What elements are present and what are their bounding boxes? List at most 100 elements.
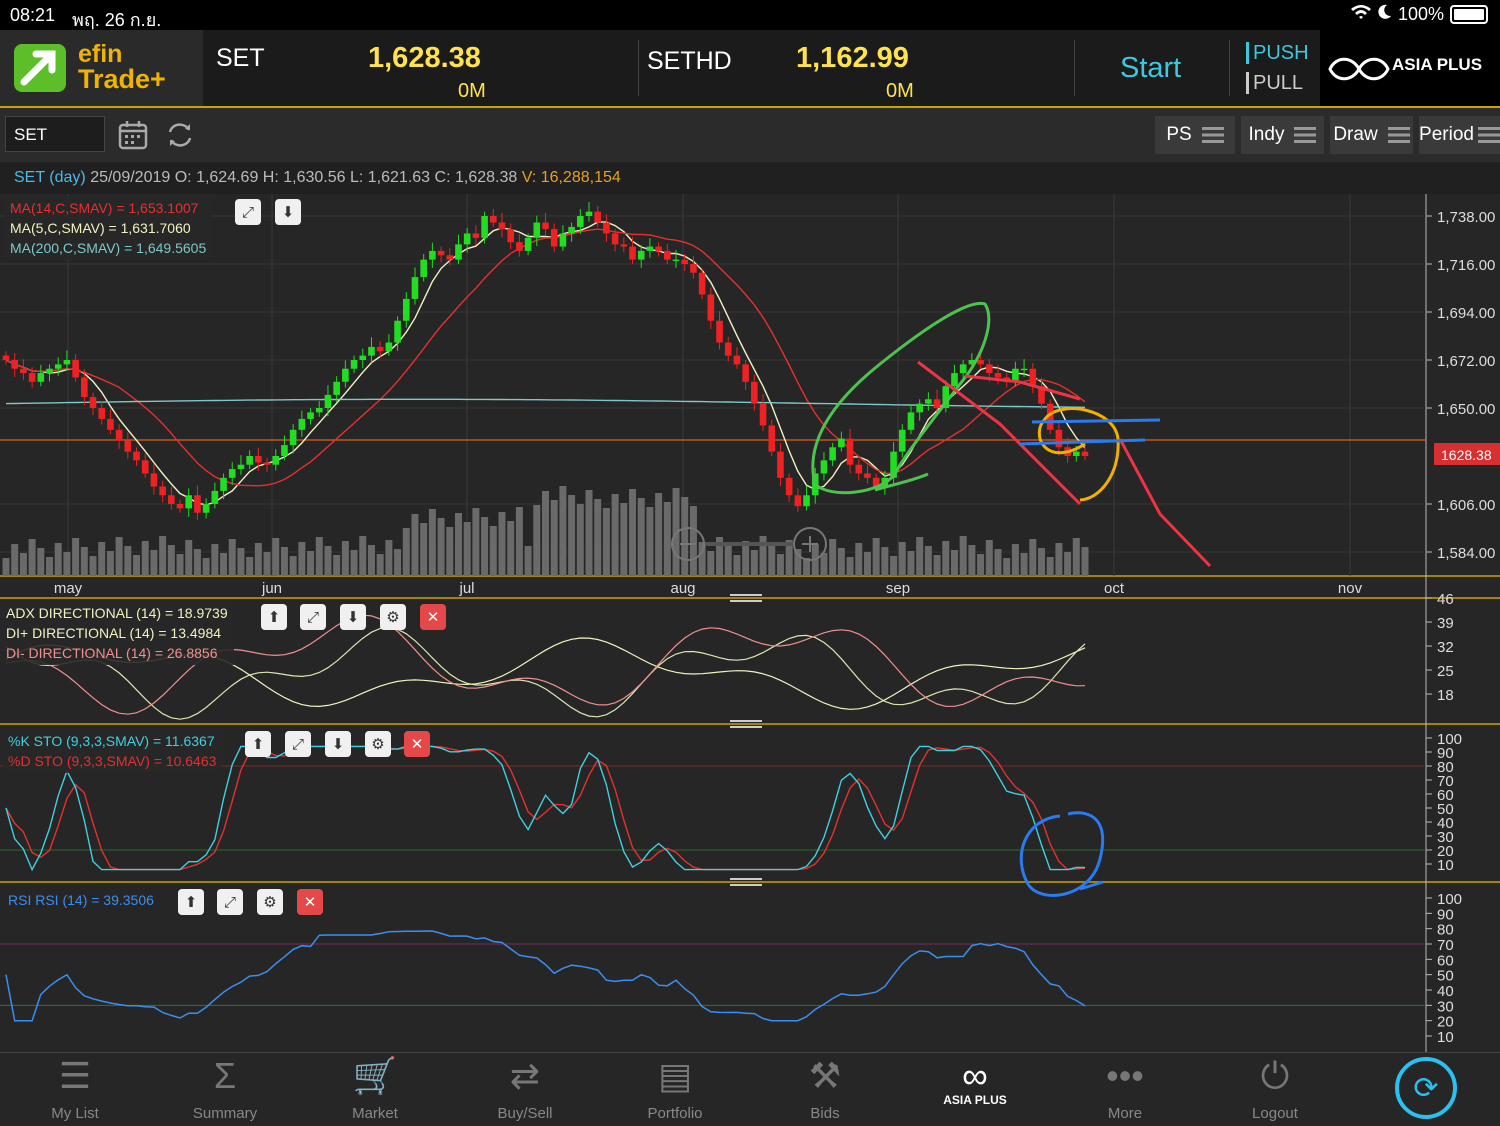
info-high-label: H:: [262, 169, 279, 186]
arrow-down-icon[interactable]: ⬇: [325, 731, 351, 757]
volume-bar: [1029, 539, 1037, 576]
candle-body: [141, 460, 149, 474]
volume-bar: [637, 498, 645, 576]
legend-entry: DI+ DIRECTIONAL (14) = 13.4984: [6, 625, 222, 641]
battery-percent: 100%: [1397, 4, 1444, 24]
refresh-fab-button[interactable]: ⟳: [1395, 1057, 1457, 1119]
nav-market[interactable]: 🛒 Market: [300, 1053, 450, 1126]
nav-asia-plus[interactable]: ∞ ASIA PLUS: [900, 1053, 1050, 1126]
volume-bar: [707, 551, 715, 576]
refresh-icon[interactable]: [165, 121, 195, 154]
candle-body: [455, 244, 462, 260]
arrow-up-icon[interactable]: ⬆: [261, 604, 287, 630]
candle-body: [1055, 429, 1063, 448]
pull-button[interactable]: PULL: [1246, 72, 1303, 94]
volume-bar: [907, 551, 915, 576]
expand-icon[interactable]: ⤢: [285, 731, 311, 757]
nav-bids[interactable]: ⚒ Bids: [750, 1053, 900, 1126]
push-button[interactable]: PUSH: [1246, 42, 1309, 64]
candle-body: [524, 237, 532, 251]
candle-body: [629, 246, 636, 260]
volume-bar: [1011, 544, 1019, 576]
arrow-down-icon[interactable]: ⬇: [340, 604, 366, 630]
gear-icon[interactable]: ⚙: [380, 604, 406, 630]
volume-bar: [881, 547, 889, 576]
candle-body: [11, 360, 19, 369]
volume-bar: [307, 551, 315, 576]
expand-icon[interactable]: ⤢: [300, 604, 326, 630]
candle-body: [385, 342, 393, 352]
candle-body: [81, 377, 88, 398]
price-tick-label: 1,584.00: [1437, 545, 1495, 562]
volume-bar: [959, 536, 967, 576]
volume-bar: [1072, 538, 1080, 576]
volume-bar: [324, 546, 332, 576]
status-time: 08:21: [10, 5, 56, 25]
volume-bar: [315, 537, 323, 576]
volume-bar: [890, 556, 898, 576]
ps-button[interactable]: PS: [1155, 116, 1235, 154]
candle-body: [1072, 451, 1080, 456]
volume-bar: [289, 556, 297, 576]
month-label: aug: [670, 580, 695, 597]
nav-summary[interactable]: Σ Summary: [150, 1053, 300, 1126]
nav-more[interactable]: ••• More: [1050, 1053, 1200, 1126]
symbol-input[interactable]: SET: [5, 116, 105, 152]
volume-bar: [559, 486, 567, 576]
volume-bar: [185, 540, 193, 576]
draw-button[interactable]: Draw: [1330, 116, 1413, 154]
efin-logo[interactable]: efin Trade+: [0, 30, 203, 106]
volume-bar: [829, 539, 837, 576]
gavel-icon: ⚒: [808, 1055, 842, 1096]
candle-body: [664, 250, 671, 260]
volume-bar: [463, 522, 471, 576]
candle-body: [838, 438, 845, 448]
volume-bar: [594, 499, 602, 576]
volume-bar: [533, 505, 541, 576]
chart-toolbar: SET PS Indy Draw Period: [0, 108, 1500, 162]
arrow-down-icon[interactable]: ⬇: [275, 199, 301, 225]
volume-bar: [1020, 553, 1028, 576]
arrow-up-icon[interactable]: ⬆: [178, 889, 204, 915]
close-icon[interactable]: ✕: [297, 889, 323, 915]
volume-bar: [733, 555, 741, 576]
volume-bar: [37, 548, 45, 576]
start-button[interactable]: Start: [1120, 52, 1181, 85]
volume-bar: [768, 545, 776, 576]
candle-body: [820, 460, 828, 474]
candle-body: [176, 504, 184, 509]
expand-icon[interactable]: ⤢: [235, 199, 261, 225]
candle-body: [1020, 368, 1028, 371]
calendar-icon[interactable]: [118, 120, 148, 155]
gear-icon[interactable]: ⚙: [365, 731, 391, 757]
candle-body: [133, 451, 140, 461]
volume-bar: [629, 489, 637, 576]
candle-body: [533, 222, 541, 238]
nav-buy-sell[interactable]: ⇄ Buy/Sell: [450, 1053, 600, 1126]
expand-icon[interactable]: ⤢: [217, 889, 243, 915]
indy-button[interactable]: Indy: [1241, 116, 1324, 154]
candle-body: [168, 495, 175, 504]
nav-portfolio[interactable]: ▤ Portfolio: [600, 1053, 750, 1126]
volume-bar: [454, 513, 462, 576]
volume-bar: [1003, 558, 1011, 576]
volume-bar: [481, 517, 489, 576]
nav-logout[interactable]: ⏻ Logout: [1200, 1053, 1350, 1126]
price-tick-label: 1,716.00: [1437, 257, 1495, 274]
month-label: may: [54, 580, 83, 597]
candle-body: [185, 495, 193, 509]
candle-body: [315, 408, 323, 413]
close-icon[interactable]: ✕: [420, 604, 446, 630]
volume-bar: [376, 554, 384, 576]
volume-bar: [411, 514, 419, 576]
period-button[interactable]: Period: [1419, 116, 1500, 154]
candle-body: [690, 264, 697, 273]
gear-icon[interactable]: ⚙: [257, 889, 283, 915]
candle-body: [28, 373, 36, 382]
candle-body: [916, 403, 923, 413]
arrow-up-icon[interactable]: ⬆: [245, 731, 271, 757]
candle-body: [829, 447, 836, 461]
nav-my-list[interactable]: ☰ My List: [0, 1053, 150, 1126]
close-icon[interactable]: ✕: [404, 731, 430, 757]
month-label: jun: [261, 580, 282, 597]
